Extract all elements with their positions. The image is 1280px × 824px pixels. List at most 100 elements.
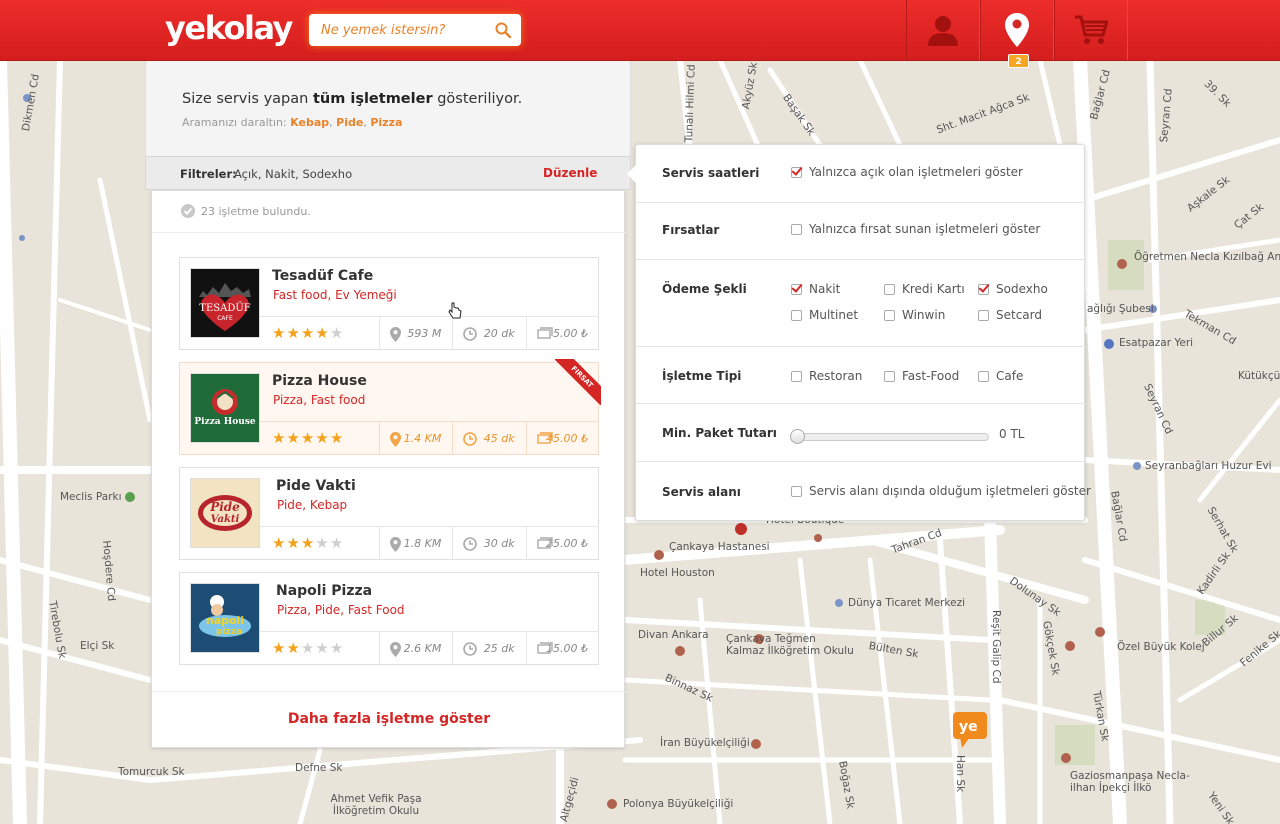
restaurant-categories: Pide, Kebap bbox=[277, 498, 348, 512]
map-poi-label: İran Büyükelçiliği bbox=[660, 737, 750, 749]
clock-icon bbox=[463, 432, 478, 446]
distance: 2.6 KM bbox=[380, 632, 454, 665]
deals-only-checkbox[interactable]: Yalnızca fırsat sunan işletmeleri göster bbox=[791, 222, 1040, 236]
min-order: 45.00 ₺ bbox=[527, 422, 599, 455]
yekolay-logo[interactable]: yekolay bbox=[165, 9, 293, 47]
min-order-value: 0 TL bbox=[999, 427, 1025, 441]
map-street-label: Elçi Sk bbox=[80, 640, 115, 652]
filter-row-label: Min. Paket Tutarı bbox=[662, 426, 777, 440]
rating-stars: ★ ★ ★ ★ ★ bbox=[260, 422, 380, 455]
restaurant-logo-tesaduf: TESADÜF CAFE bbox=[190, 268, 260, 338]
checkbox-box[interactable] bbox=[791, 283, 802, 295]
delivery-time: 45 dk bbox=[453, 422, 527, 455]
min-order-slider[interactable] bbox=[790, 429, 989, 444]
restaurant-name[interactable]: Napoli Pizza bbox=[276, 583, 372, 599]
restaurant-card[interactable]: Pizza House Pizza House Pizza, Fast food… bbox=[179, 359, 601, 455]
account-button[interactable] bbox=[906, 0, 980, 60]
star-filled-icon: ★ bbox=[300, 429, 315, 447]
checkbox-box[interactable] bbox=[791, 223, 802, 235]
star-filled-icon: ★ bbox=[286, 429, 300, 447]
slider-knob[interactable] bbox=[790, 429, 805, 444]
checkbox-box[interactable] bbox=[791, 166, 802, 178]
checkbox-box[interactable] bbox=[884, 283, 895, 295]
svg-text:Pizza House: Pizza House bbox=[194, 417, 255, 427]
type-cafe-checkbox[interactable]: Cafe bbox=[978, 369, 1023, 383]
restaurant-categories: Pizza, Pide, Fast Food bbox=[277, 603, 405, 617]
restaurant-card[interactable]: TESADÜF CAFE Tesadüf Cafe Fast food, Ev Y… bbox=[179, 257, 599, 350]
type-fast-food-checkbox[interactable]: Fast-Food bbox=[884, 369, 959, 383]
checkbox-box[interactable] bbox=[978, 370, 989, 382]
checkbox-box[interactable] bbox=[884, 309, 895, 321]
search-input[interactable] bbox=[309, 14, 479, 46]
search-icon[interactable] bbox=[495, 22, 511, 38]
filter-bar: Filtreler: Açık, Nakit, Sodexho Düzenle bbox=[145, 156, 631, 190]
delivery-time-value: 30 dk bbox=[483, 537, 515, 550]
delivery-time-value: 45 dk bbox=[483, 432, 515, 445]
map-poi-label: Polonya Büyükelçiliği bbox=[623, 798, 734, 810]
star-empty-icon: ★ bbox=[315, 534, 329, 552]
show-more-link[interactable]: Daha fazla işletme göster bbox=[152, 711, 626, 727]
location-button[interactable] bbox=[980, 0, 1054, 60]
top-header: yekolay bbox=[0, 0, 1280, 61]
outside-area-checkbox[interactable]: Servis alanı dışında olduğum işletmeleri… bbox=[791, 484, 1091, 498]
checkbox-label: Yalnızca fırsat sunan işletmeleri göster bbox=[809, 222, 1041, 236]
star-filled-icon: ★ bbox=[315, 429, 329, 447]
narrow-link-kebap[interactable]: Kebap bbox=[290, 116, 329, 129]
payment-sodexho-checkbox[interactable]: Sodexho bbox=[978, 282, 1048, 296]
cart-button[interactable] bbox=[1054, 0, 1128, 60]
clock-icon bbox=[463, 327, 478, 341]
checkbox-box[interactable] bbox=[884, 370, 895, 382]
restaurant-name[interactable]: Pide Vakti bbox=[276, 478, 356, 494]
open-only-checkbox[interactable]: Yalnızca açık olan işletmeleri göster bbox=[791, 165, 1023, 179]
checkbox-box[interactable] bbox=[978, 309, 989, 321]
cart-icon bbox=[1075, 15, 1108, 44]
type-restaurant-checkbox[interactable]: Restoran bbox=[791, 369, 862, 383]
delivery-time: 30 dk bbox=[453, 527, 527, 560]
star-filled-icon: ★ bbox=[272, 534, 286, 552]
checkbox-label: Kredi Kartı bbox=[902, 282, 965, 296]
map-pin-icon bbox=[390, 432, 401, 447]
restaurant-name[interactable]: Pizza House bbox=[272, 373, 367, 389]
payment-winwin-checkbox[interactable]: Winwin bbox=[884, 308, 945, 322]
results-intro: Size servis yapan tüm işletmeler gösteri… bbox=[145, 61, 631, 156]
clock-icon bbox=[463, 642, 478, 656]
svg-text:CAFE: CAFE bbox=[217, 315, 233, 322]
map-poi-label: Gaziosmanpaşa Necla-ilhan İpekçi İlkö bbox=[1070, 770, 1190, 794]
intro-text-part: gösteriliyor. bbox=[432, 91, 523, 107]
rating-stars: ★ ★ ★ ★ ★ bbox=[260, 632, 380, 665]
distance-value: 593 M bbox=[407, 327, 442, 340]
payment-cash-checkbox[interactable]: Nakit bbox=[791, 282, 840, 296]
narrow-link-pide[interactable]: Pide bbox=[336, 116, 363, 129]
checkbox-box[interactable] bbox=[791, 485, 802, 497]
map-poi-label: Divan Ankara bbox=[638, 629, 709, 641]
distance-value: 2.6 KM bbox=[403, 642, 442, 655]
money-icon bbox=[536, 642, 553, 654]
min-order: 15.00 ₺ bbox=[527, 632, 599, 665]
payment-credit-card-checkbox[interactable]: Kredi Kartı bbox=[884, 282, 965, 296]
narrow-search: Aramanızı daraltın: Kebap, Pide, Pizza bbox=[182, 116, 403, 129]
checkbox-box[interactable] bbox=[978, 283, 989, 295]
checkbox-label: Multinet bbox=[809, 308, 859, 322]
star-filled-icon: ★ bbox=[329, 429, 344, 447]
restaurant-name[interactable]: Tesadüf Cafe bbox=[272, 268, 373, 284]
payment-setcard-checkbox[interactable]: Setcard bbox=[978, 308, 1042, 322]
restaurant-metrics: ★ ★ ★ ★ ★ 1.4 KM 45 dk 45.00 ₺ bbox=[260, 421, 599, 455]
checkbox-box[interactable] bbox=[791, 370, 802, 382]
star-empty-icon: ★ bbox=[329, 324, 344, 342]
restaurant-card[interactable]: napoli pizza Napoli Pizza Pizza, Pide, Fa… bbox=[179, 572, 599, 665]
restaurant-card[interactable]: Pide Vakti Pide Vakti Pide, Kebap ★ ★ ★ ★ ★ 1… bbox=[179, 467, 599, 560]
payment-multinet-checkbox[interactable]: Multinet bbox=[791, 308, 858, 322]
svg-text:pizza: pizza bbox=[216, 627, 242, 637]
edit-filters-link[interactable]: Düzenle bbox=[543, 166, 597, 180]
narrow-label: Aramanızı daraltın: bbox=[182, 116, 291, 129]
promo-ribbon: FIRSAT bbox=[555, 359, 601, 405]
map-pin-icon bbox=[390, 327, 401, 342]
checkbox-box[interactable] bbox=[791, 309, 802, 321]
delivery-time-value: 25 dk bbox=[483, 642, 515, 655]
divider bbox=[152, 232, 626, 233]
narrow-link-pizza[interactable]: Pizza bbox=[370, 116, 402, 129]
check-circle-icon bbox=[181, 204, 195, 218]
restaurant-logo-pide-vakti: Pide Vakti bbox=[190, 478, 260, 548]
delivery-time: 20 dk bbox=[453, 317, 527, 350]
checkbox-label: Servis alanı dışında olduğum işletmeleri… bbox=[809, 484, 1091, 498]
